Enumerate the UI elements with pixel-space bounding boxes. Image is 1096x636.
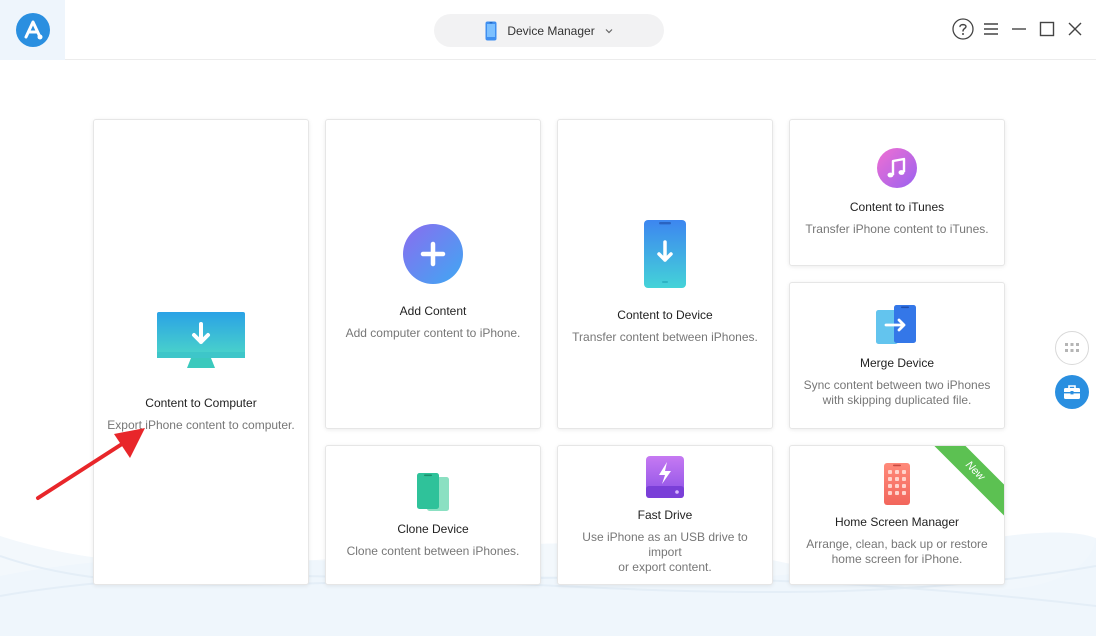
- toolkit-button[interactable]: [1055, 375, 1089, 409]
- card-description: Arrange, clean, back up or restore home …: [796, 537, 997, 567]
- close-button[interactable]: [1064, 17, 1086, 41]
- app-window: Device Manager Content to Computer Expor…: [0, 0, 1096, 636]
- fast-drive-icon: [645, 455, 685, 498]
- card-home-screen-manager[interactable]: New Home Screen Manager Arrange, clean, …: [789, 445, 1005, 585]
- card-clone-device[interactable]: Clone Device Clone content between iPhon…: [325, 445, 541, 585]
- title-bar: Device Manager: [0, 0, 1096, 60]
- card-title: Merge Device: [859, 355, 935, 370]
- merge-phones-icon: [876, 304, 918, 346]
- card-description: Transfer iPhone content to iTunes.: [805, 222, 989, 236]
- menu-icon: [984, 23, 998, 35]
- phone-download-icon: [644, 219, 686, 288]
- card-description-line: Sync content between two iPhones: [803, 377, 991, 392]
- iphone-icon: [485, 21, 497, 40]
- maximize-icon: [1039, 21, 1055, 37]
- help-button[interactable]: [952, 17, 974, 41]
- card-description-line: with skipping duplicated file.: [822, 392, 972, 407]
- music-note-icon: [877, 148, 917, 188]
- window-controls: [952, 17, 1086, 41]
- card-description: Add computer content to iPhone.: [345, 325, 521, 340]
- card-description: Use iPhone as an USB drive to import or …: [558, 530, 772, 575]
- grid-icon: [1065, 343, 1079, 352]
- help-icon: [952, 18, 974, 40]
- monitor-download-icon: [157, 311, 245, 370]
- card-description-line: Use iPhone as an USB drive to import: [582, 529, 748, 559]
- menu-button[interactable]: [980, 17, 1002, 41]
- card-content-to-computer[interactable]: Content to Computer Export iPhone conten…: [93, 119, 309, 585]
- more-tools-button[interactable]: [1055, 331, 1089, 365]
- device-selector-label: Device Manager: [507, 23, 595, 38]
- device-selector[interactable]: Device Manager: [434, 14, 664, 47]
- card-title: Clone Device: [397, 521, 469, 536]
- annotation-arrow: [36, 428, 145, 500]
- card-description-line: Arrange, clean, back up or restore: [806, 537, 988, 551]
- add-circle-icon: [403, 223, 463, 284]
- chevron-down-icon: [605, 28, 613, 33]
- card-description: Sync content between two iPhones with sk…: [794, 378, 1001, 408]
- card-description-line: home screen for iPhone.: [831, 552, 963, 566]
- clone-phones-icon: [416, 472, 450, 512]
- minimize-button[interactable]: [1008, 17, 1030, 41]
- close-icon: [1068, 22, 1082, 36]
- card-description: Clone content between iPhones.: [346, 543, 520, 558]
- card-description: Transfer content between iPhones.: [572, 329, 758, 344]
- card-title: Fast Drive: [637, 507, 693, 522]
- card-title: Content to Computer: [145, 395, 257, 410]
- home-screen-grid-icon: [884, 463, 910, 505]
- card-fast-drive[interactable]: Fast Drive Use iPhone as an USB drive to…: [557, 445, 773, 585]
- card-title: Home Screen Manager: [834, 515, 960, 529]
- toolbox-icon: [1064, 385, 1080, 399]
- card-add-content[interactable]: Add Content Add computer content to iPho…: [325, 119, 541, 429]
- card-content-to-itunes[interactable]: Content to iTunes Transfer iPhone conten…: [789, 119, 1005, 266]
- card-title: Add Content: [399, 303, 467, 318]
- maximize-button[interactable]: [1036, 17, 1058, 41]
- minimize-icon: [1012, 28, 1026, 30]
- card-title: Content to iTunes: [849, 200, 945, 214]
- card-merge-device[interactable]: Merge Device Sync content between two iP…: [789, 282, 1005, 429]
- card-content-to-device[interactable]: Content to Device Transfer content betwe…: [557, 119, 773, 429]
- new-badge: New: [928, 446, 1004, 518]
- card-title: Content to Device: [617, 307, 713, 322]
- card-description-line: or export content.: [618, 559, 712, 574]
- logo-area[interactable]: [0, 0, 65, 60]
- app-logo-icon: [15, 13, 50, 47]
